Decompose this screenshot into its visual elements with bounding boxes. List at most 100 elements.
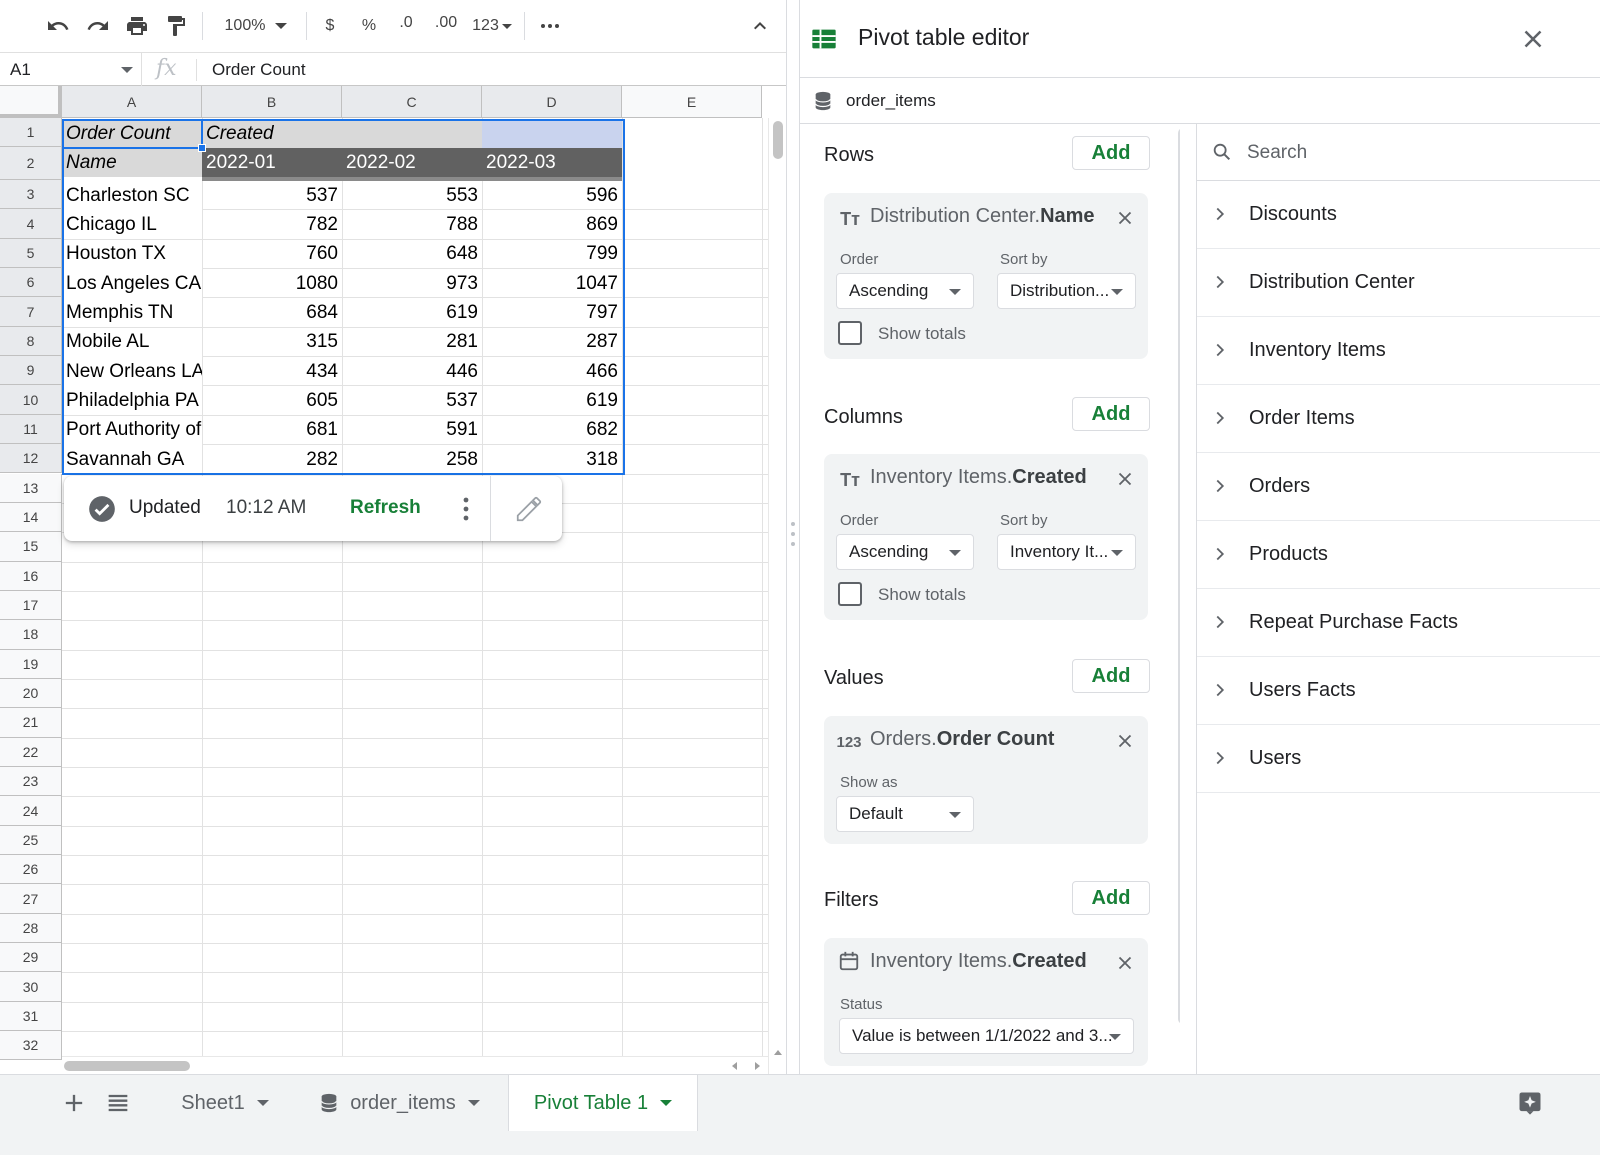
row-header-13[interactable]: 13	[0, 473, 62, 503]
field-group-discounts[interactable]: Discounts	[1197, 181, 1600, 249]
refresh-button[interactable]: Refresh	[350, 497, 421, 519]
row-header-4[interactable]: 4	[0, 209, 62, 239]
config-scrollbar[interactable]	[1178, 128, 1180, 1024]
currency-format-button[interactable]: $	[312, 8, 348, 44]
row-header-29[interactable]: 29	[0, 943, 62, 973]
edit-pencil-icon[interactable]	[514, 494, 544, 524]
row-header-14[interactable]: 14	[0, 502, 62, 533]
scroll-left-arrow[interactable]	[732, 1062, 737, 1070]
value-cell[interactable]: 681	[202, 416, 342, 445]
pivot-columns-header[interactable]: Created	[202, 119, 482, 148]
value-cell[interactable]: 648	[342, 240, 482, 269]
row-header-7[interactable]: 7	[0, 297, 62, 327]
row-show-totals-checkbox[interactable]	[838, 321, 862, 345]
all-sheets-icon[interactable]	[104, 1089, 132, 1117]
column-sort-by-select[interactable]: Inventory It...	[997, 534, 1136, 570]
row-header-6[interactable]: 6	[0, 268, 62, 298]
value-cell[interactable]: 619	[482, 386, 622, 415]
row-header-21[interactable]: 21	[0, 708, 62, 738]
column-order-select[interactable]: Ascending	[836, 534, 974, 570]
row-header-18[interactable]: 18	[0, 620, 62, 650]
print-icon[interactable]	[119, 8, 155, 44]
more-options-icon[interactable]	[532, 8, 568, 44]
decrease-decimal-button[interactable]: .0	[388, 8, 424, 44]
vertical-scroll-thumb[interactable]	[773, 121, 783, 159]
row-header-20[interactable]: 20	[0, 678, 62, 709]
explore-icon[interactable]	[1516, 1089, 1544, 1117]
formula-input[interactable]: Order Count	[212, 60, 306, 80]
value-cell[interactable]: 434	[202, 357, 342, 386]
row-label-cell[interactable]: Port Authority of	[62, 415, 202, 445]
value-cell[interactable]: 287	[482, 328, 622, 357]
row-header-28[interactable]: 28	[0, 913, 62, 944]
row-header-10[interactable]: 10	[0, 385, 62, 415]
row-header-26[interactable]: 26	[0, 855, 62, 885]
value-cell[interactable]: 315	[202, 328, 342, 357]
row-header-8[interactable]: 8	[0, 326, 62, 357]
scroll-up-arrow[interactable]	[774, 1050, 782, 1055]
row-header-31[interactable]: 31	[0, 1001, 62, 1032]
row-header-15[interactable]: 15	[0, 532, 62, 562]
add-row-button[interactable]: Add	[1072, 136, 1150, 170]
tab-order-items[interactable]: order_items	[294, 1075, 504, 1131]
field-group-distribution-center[interactable]: Distribution Center	[1197, 249, 1600, 317]
value-cell[interactable]: 684	[202, 298, 342, 327]
pivot-rows-header[interactable]: Name	[62, 148, 202, 177]
field-group-products[interactable]: Products	[1197, 521, 1600, 589]
row-header-23[interactable]: 23	[0, 767, 62, 797]
row-sort-by-select[interactable]: Distribution...	[997, 273, 1136, 309]
row-label-cell[interactable]: New Orleans LA	[62, 357, 202, 387]
row-header-25[interactable]: 25	[0, 825, 62, 856]
horizontal-scrollbar[interactable]	[62, 1056, 768, 1074]
field-group-repeat-purchase-facts[interactable]: Repeat Purchase Facts	[1197, 589, 1600, 657]
row-header-3[interactable]: 3	[0, 180, 62, 210]
field-group-users-facts[interactable]: Users Facts	[1197, 657, 1600, 725]
column-header-cell[interactable]: 2022-02	[342, 148, 482, 177]
row-header-27[interactable]: 27	[0, 884, 62, 914]
value-cell[interactable]: 537	[202, 181, 342, 210]
value-cell[interactable]: 318	[482, 445, 622, 474]
panel-resize-handle[interactable]	[786, 0, 800, 1074]
row-label-cell[interactable]: Mobile AL	[62, 327, 202, 357]
value-cell[interactable]: 619	[342, 298, 482, 327]
value-cell[interactable]: 1047	[482, 269, 622, 298]
value-cell[interactable]: 869	[482, 210, 622, 239]
row-header-22[interactable]: 22	[0, 737, 62, 767]
value-cell[interactable]: 797	[482, 298, 622, 327]
vertical-scrollbar[interactable]	[768, 118, 786, 1074]
value-cell[interactable]: 446	[342, 357, 482, 386]
value-cell[interactable]: 760	[202, 240, 342, 269]
row-header-11[interactable]: 11	[0, 414, 62, 445]
row-header-32[interactable]: 32	[0, 1031, 62, 1061]
horizontal-scroll-thumb[interactable]	[64, 1061, 190, 1071]
remove-column-field-icon[interactable]	[1114, 468, 1136, 490]
row-order-select[interactable]: Ascending	[836, 273, 974, 309]
value-cell[interactable]: 782	[202, 210, 342, 239]
remove-row-field-icon[interactable]	[1114, 207, 1136, 229]
percent-format-button[interactable]: %	[351, 8, 387, 44]
add-sheet-icon[interactable]	[60, 1089, 88, 1117]
row-label-cell[interactable]: Savannah GA	[62, 445, 202, 475]
row-label-cell[interactable]: Los Angeles CA	[62, 269, 202, 299]
select-all-corner[interactable]	[0, 86, 62, 118]
value-cell[interactable]: 973	[342, 269, 482, 298]
column-header-cell[interactable]: 2022-01	[202, 148, 342, 177]
row-header-19[interactable]: 19	[0, 649, 62, 679]
name-box[interactable]: A1	[0, 53, 142, 86]
add-value-button[interactable]: Add	[1072, 659, 1150, 693]
column-header-b[interactable]: B	[202, 86, 342, 118]
column-show-totals-checkbox[interactable]	[838, 582, 862, 606]
value-cell[interactable]: 537	[342, 386, 482, 415]
increase-decimal-button[interactable]: .00	[428, 8, 464, 44]
collapse-toolbar-icon[interactable]	[742, 8, 778, 44]
selected-cell-d1[interactable]	[482, 119, 622, 148]
column-header-a[interactable]: A	[62, 86, 202, 118]
column-header-c[interactable]: C	[342, 86, 482, 118]
value-cell[interactable]: 799	[482, 240, 622, 269]
row-header-9[interactable]: 9	[0, 356, 62, 386]
show-as-select[interactable]: Default	[836, 796, 974, 832]
fill-handle[interactable]	[198, 144, 206, 152]
row-header-5[interactable]: 5	[0, 238, 62, 269]
column-header-cell[interactable]: 2022-03	[482, 148, 622, 177]
value-cell[interactable]: 596	[482, 181, 622, 210]
